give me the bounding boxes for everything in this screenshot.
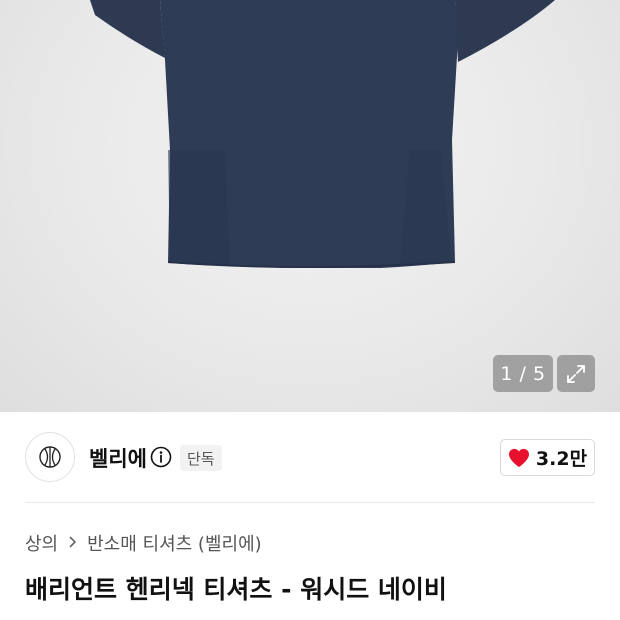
breadcrumb-category[interactable]: 상의 — [25, 530, 58, 556]
heart-icon — [508, 448, 529, 467]
breadcrumb: 상의 반소매 티셔츠 (벨리에) — [25, 530, 262, 556]
info-icon[interactable] — [150, 446, 172, 468]
exclusive-badge: 단독 — [180, 445, 222, 471]
chevron-right-icon — [68, 534, 77, 553]
brand-logo-icon — [39, 446, 61, 468]
like-count: 3.2만 — [535, 448, 588, 470]
product-image-gallery[interactable]: 1 / 5 — [0, 0, 620, 412]
expand-icon — [567, 364, 585, 383]
brand-row: 벨리에 단독 3.2만 — [0, 412, 620, 504]
breadcrumb-subcategory[interactable]: 반소매 티셔츠 (벨리에) — [87, 530, 262, 556]
expand-button[interactable] — [557, 355, 595, 392]
brand-name[interactable]: 벨리에 — [89, 443, 147, 473]
divider — [25, 502, 595, 503]
product-title: 배리언트 헨리넥 티셔츠 - 워시드 네이비 — [25, 575, 447, 604]
like-button[interactable]: 3.2만 — [500, 439, 595, 476]
image-counter: 1 / 5 — [493, 355, 553, 392]
product-image[interactable] — [0, 0, 620, 412]
brand-logo[interactable] — [25, 432, 75, 482]
